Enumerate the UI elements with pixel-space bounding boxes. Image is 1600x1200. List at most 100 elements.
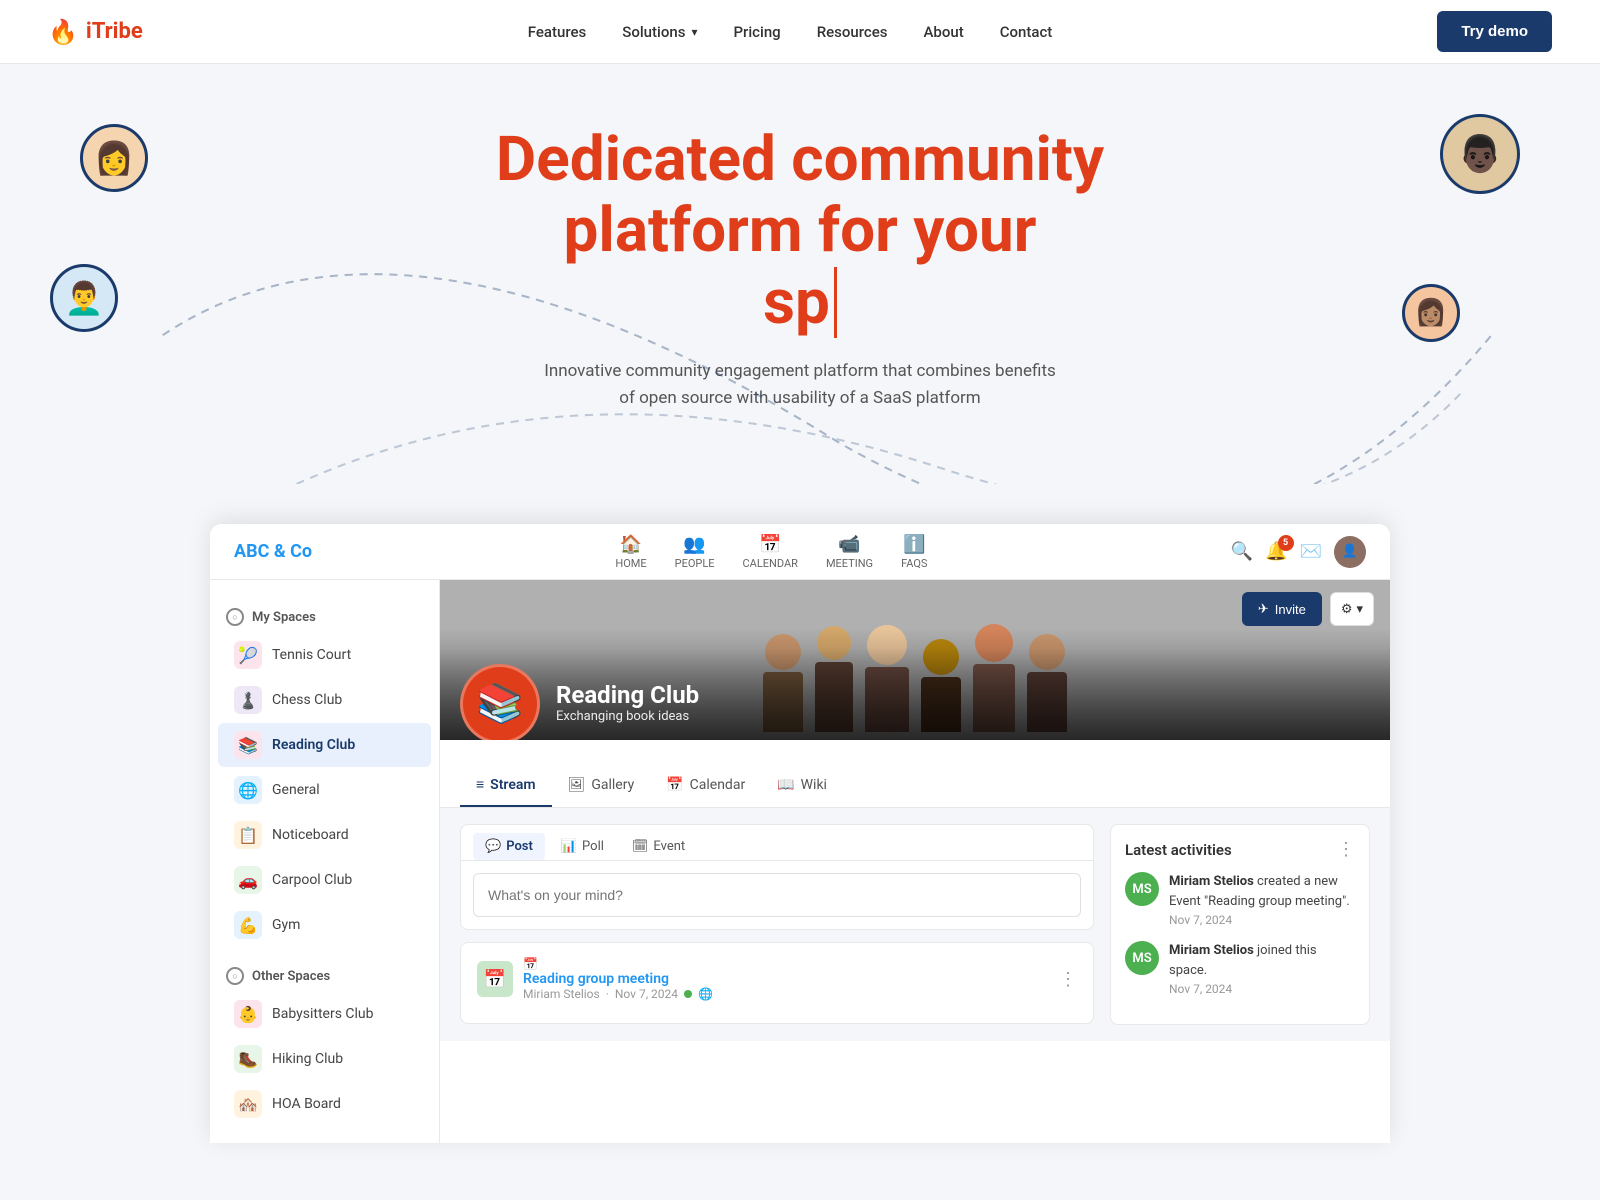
space-title-block: Reading Club Exchanging book ideas xyxy=(556,681,699,724)
banner-actions: ✈ Invite ⚙ ▾ xyxy=(1242,592,1374,626)
hoa-board-icon: 🏘️ xyxy=(234,1090,262,1118)
demo-nav-home[interactable]: 🏠 HOME xyxy=(615,534,646,570)
avatar-2: 👨‍🦱 xyxy=(50,264,118,332)
tab-calendar-icon: 📅 xyxy=(666,777,683,793)
sidebar-item-hiking-club[interactable]: 🥾 Hiking Club xyxy=(218,1037,431,1081)
nav-contact[interactable]: Contact xyxy=(1000,23,1053,41)
post-avatar: 📅 xyxy=(477,961,513,997)
calendar-icon: 📅 xyxy=(759,534,781,555)
post-tab-event[interactable]: 🗓 Event xyxy=(620,833,697,860)
activity-date-1: Nov 7, 2024 xyxy=(1169,913,1355,927)
post-box: 💬 Post 📊 Poll 🗓 Event xyxy=(460,824,1094,930)
invite-button[interactable]: ✈ Invite xyxy=(1242,592,1322,626)
nav-about[interactable]: About xyxy=(923,23,963,41)
chevron-down-icon: ▾ xyxy=(691,25,697,39)
hero-section: 👩 👨‍🦱 👨🏿 👩🏽 Dedicated community platform… xyxy=(0,64,1600,484)
chevron-down-icon: ▾ xyxy=(1356,601,1363,617)
space-tagline: Exchanging book ideas xyxy=(556,709,699,724)
post-type-label: 📅 xyxy=(523,957,1049,971)
space-banner: ✈ Invite ⚙ ▾ 📚 Reading Club Excha xyxy=(440,580,1390,740)
activity-item-1: MS Miriam Stelios created a new Event "R… xyxy=(1125,872,1355,927)
sidebar-item-babysitters-club[interactable]: 👶 Babysitters Club xyxy=(218,992,431,1036)
activity-header: Latest activities ⋮ xyxy=(1125,839,1355,860)
tennis-court-icon: 🎾 xyxy=(234,641,262,669)
post-more-button[interactable]: ⋮ xyxy=(1059,969,1077,990)
sidebar-item-carpool-club[interactable]: 🚗 Carpool Club xyxy=(218,858,431,902)
chat-icon: 💬 xyxy=(485,839,501,854)
hero-typed-text: sp xyxy=(763,267,837,338)
event-icon: 🗓 xyxy=(632,839,649,854)
demo-body: ○ My Spaces 🎾 Tennis Court ♟️ Chess Club… xyxy=(210,580,1390,1143)
other-spaces-icon: ○ xyxy=(226,967,244,985)
post-input[interactable] xyxy=(473,873,1081,917)
top-navigation: 🔥 iTribe Features Solutions ▾ Pricing Re… xyxy=(0,0,1600,64)
logo-icon: 🔥 xyxy=(48,18,78,46)
sidebar-item-reading-club[interactable]: 📚 Reading Club xyxy=(218,723,431,767)
stream-icon: ≡ xyxy=(476,776,484,793)
post-card-header: 📅 📅 Reading group meeting Miriam Stelios… xyxy=(477,957,1077,1001)
demo-nav-items: 🏠 HOME 👥 PEOPLE 📅 CALENDAR 📹 MEETING ℹ️ … xyxy=(615,534,927,570)
content-body: 💬 Post 📊 Poll 🗓 Event xyxy=(440,808,1390,1041)
tab-gallery[interactable]: 🖼 Gallery xyxy=(552,764,651,807)
activity-box: Latest activities ⋮ MS Miriam Stelios cr… xyxy=(1110,824,1370,1025)
nav-features[interactable]: Features xyxy=(528,23,586,41)
post-date: Miriam Stelios · Nov 7, 2024 🌐 xyxy=(523,987,1049,1001)
activity-avatar-1: MS xyxy=(1125,872,1159,906)
noticeboard-icon: 📋 xyxy=(234,821,262,849)
post-tab-post[interactable]: 💬 Post xyxy=(473,833,545,860)
post-input-area xyxy=(460,860,1094,930)
hero-subtitle: Innovative community engagement platform… xyxy=(540,358,1060,412)
chess-club-icon: ♟️ xyxy=(234,686,262,714)
sidebar-item-hoa-board[interactable]: 🏘️ HOA Board xyxy=(218,1082,431,1126)
post-card-title[interactable]: Reading group meeting xyxy=(523,971,1049,987)
try-demo-button[interactable]: Try demo xyxy=(1437,11,1552,52)
demo-window: ABC & Co 🏠 HOME 👥 PEOPLE 📅 CALENDAR 📹 ME… xyxy=(210,524,1390,1143)
post-meta: 📅 Reading group meeting Miriam Stelios ·… xyxy=(523,957,1049,1001)
notification-button[interactable]: 🔔 5 xyxy=(1265,541,1287,562)
hiking-club-icon: 🥾 xyxy=(234,1045,262,1073)
nav-pricing[interactable]: Pricing xyxy=(733,23,780,41)
avatar-1: 👩 xyxy=(80,124,148,192)
my-spaces-icon: ○ xyxy=(226,608,244,626)
sidebar-item-general[interactable]: 🌐 General xyxy=(218,768,431,812)
activity-more-button[interactable]: ⋮ xyxy=(1337,839,1355,860)
sidebar-item-noticeboard[interactable]: 📋 Noticeboard xyxy=(218,813,431,857)
space-name: Reading Club xyxy=(556,681,699,709)
carpool-club-icon: 🚗 xyxy=(234,866,262,894)
sidebar-item-tennis-court[interactable]: 🎾 Tennis Court xyxy=(218,633,431,677)
demo-nav-faqs[interactable]: ℹ️ FAQS xyxy=(901,534,927,570)
tab-calendar[interactable]: 📅 Calendar xyxy=(650,764,761,807)
nav-resources[interactable]: Resources xyxy=(817,23,888,41)
sidebar: ○ My Spaces 🎾 Tennis Court ♟️ Chess Club… xyxy=(210,580,440,1143)
tab-stream[interactable]: ≡ Stream xyxy=(460,764,552,807)
my-spaces-label: ○ My Spaces xyxy=(210,600,439,632)
activity-title: Latest activities xyxy=(1125,841,1232,859)
demo-nav-calendar[interactable]: 📅 CALENDAR xyxy=(743,534,798,570)
user-avatar[interactable]: 👤 xyxy=(1334,536,1366,568)
gym-icon: 💪 xyxy=(234,911,262,939)
faqs-icon: ℹ️ xyxy=(903,534,925,555)
meeting-icon: 📹 xyxy=(838,534,860,555)
main-content: ✈ Invite ⚙ ▾ 📚 Reading Club Excha xyxy=(440,580,1390,1143)
activity-text-1: Miriam Stelios created a new Event "Read… xyxy=(1169,872,1355,911)
tab-wiki[interactable]: 📖 Wiki xyxy=(761,764,843,807)
demo-nav-people[interactable]: 👥 PEOPLE xyxy=(675,534,715,570)
demo-brand: ABC & Co xyxy=(234,541,312,562)
demo-nav-meeting[interactable]: 📹 MEETING xyxy=(826,534,873,570)
wiki-icon: 📖 xyxy=(777,777,794,793)
mail-button[interactable]: ✉️ xyxy=(1300,541,1322,562)
search-button[interactable]: 🔍 xyxy=(1231,541,1253,562)
logo-text: iTribe xyxy=(86,19,143,44)
logo[interactable]: 🔥 iTribe xyxy=(48,18,143,46)
space-logo: 📚 xyxy=(460,664,540,740)
sidebar-item-chess-club[interactable]: ♟️ Chess Club xyxy=(218,678,431,722)
activity-column: Latest activities ⋮ MS Miriam Stelios cr… xyxy=(1110,824,1370,1025)
nav-solutions[interactable]: Solutions ▾ xyxy=(622,23,697,41)
poll-icon: 📊 xyxy=(561,839,577,854)
activity-text-2: Miriam Stelios joined this space. xyxy=(1169,941,1355,980)
reading-club-icon: 📚 xyxy=(234,731,262,759)
post-tab-poll[interactable]: 📊 Poll xyxy=(549,833,616,860)
general-icon: 🌐 xyxy=(234,776,262,804)
space-settings-button[interactable]: ⚙ ▾ xyxy=(1330,592,1374,626)
sidebar-item-gym[interactable]: 💪 Gym xyxy=(218,903,431,947)
